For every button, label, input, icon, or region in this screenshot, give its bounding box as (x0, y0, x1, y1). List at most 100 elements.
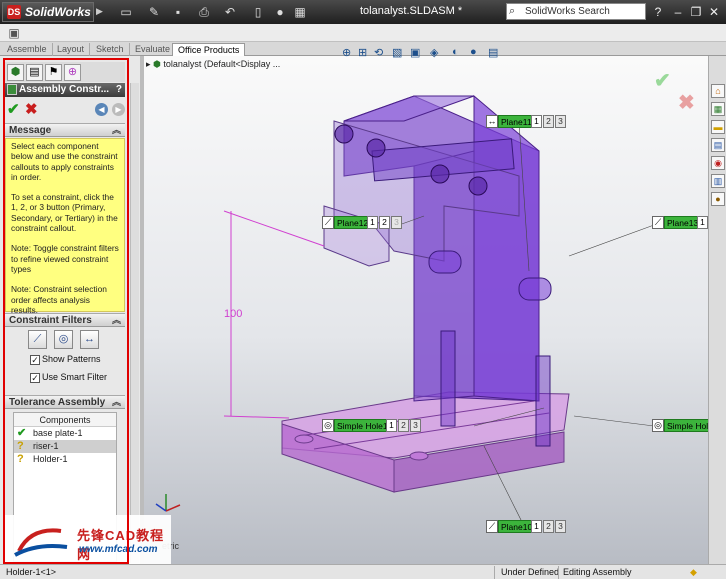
undo-icon[interactable]: ↶ (222, 4, 238, 20)
next-arrow-icon[interactable]: ▶ (112, 103, 125, 116)
configuration-manager-tab-icon[interactable]: ⚑ (45, 64, 62, 81)
assembly-constraints-icon (7, 84, 17, 95)
message-paragraph: Select each component below and use the … (11, 141, 118, 182)
primary-button[interactable]: 1 (531, 520, 542, 533)
tertiary-button[interactable]: 3 (555, 115, 566, 128)
panel-scrollbar[interactable] (130, 83, 139, 563)
print-icon[interactable]: ⎙ (196, 4, 212, 20)
collapse-chevron-icon[interactable]: ︽ (112, 124, 121, 137)
new-document-icon[interactable]: ▭ (118, 4, 134, 20)
close-button[interactable]: ✕ (706, 4, 722, 20)
tab-layout[interactable]: Layout (52, 43, 91, 56)
message-section-header[interactable]: Message ︽ (5, 123, 125, 137)
folder-icon[interactable]: ▬ (711, 120, 725, 134)
design-library-icon[interactable]: ▤ (711, 138, 725, 152)
collapse-chevron-icon[interactable]: ︽ (112, 314, 121, 327)
secondary-button[interactable]: 2 (543, 520, 554, 533)
feature-filter-icon[interactable]: ◎ (54, 330, 73, 349)
tab-evaluate[interactable]: Evaluate (130, 43, 177, 56)
pin (468, 176, 488, 196)
tolerance-assembly-header[interactable]: Tolerance Assembly ︽ (5, 395, 125, 409)
file-explorer-icon[interactable]: ◉ (711, 156, 725, 170)
callout-leader (568, 224, 655, 257)
save-icon[interactable]: ▪ (170, 4, 186, 20)
primary-button[interactable]: 1 (531, 115, 542, 128)
callout-leader (573, 415, 655, 427)
collapse-chevron-icon[interactable]: ︽ (112, 396, 121, 409)
tertiary-button[interactable]: 3 (555, 520, 566, 533)
checkbox-icon[interactable]: ✓ (30, 355, 40, 365)
status-bar: Holder-1<1> Under Defined Editing Assemb… (0, 564, 726, 579)
search-icon: ⌕ (509, 5, 516, 17)
constraint-filters-header[interactable]: Constraint Filters ︽ (5, 313, 125, 327)
secondary-button[interactable]: 2 (379, 216, 390, 229)
filters-header-label: Constraint Filters (9, 315, 92, 326)
view-palette-icon[interactable]: ▥ (711, 174, 725, 188)
tertiary-button[interactable]: 3 (410, 419, 421, 432)
components-header: Components (14, 413, 116, 427)
distance-filter-icon[interactable]: ↔ (80, 330, 99, 349)
component-name: riser-1 (33, 441, 59, 451)
secondary-button[interactable]: 2 (398, 419, 409, 432)
rebuild-icon[interactable]: ● (272, 4, 288, 20)
list-item[interactable]: ✔ base plate-1 (14, 427, 116, 440)
back-arrow-icon[interactable]: ◀ (95, 103, 108, 116)
property-manager-tab-icon[interactable]: ▤ (26, 64, 43, 81)
rebuild-status-icon[interactable]: ◆ (690, 567, 697, 578)
expand-arrow-icon[interactable]: ▸ (146, 59, 153, 69)
primary-button[interactable]: 1 (697, 216, 708, 229)
hide-show-icon[interactable]: ◐ (452, 46, 459, 58)
view-orientation-icon[interactable]: ▣ (410, 46, 420, 59)
status-separator (558, 566, 559, 579)
tab-office-products[interactable]: Office Products (172, 43, 246, 56)
restore-button[interactable]: ❐ (688, 4, 704, 20)
graphics-area[interactable]: 100 etric (144, 56, 708, 564)
resources-icon[interactable]: ▦ (711, 102, 725, 116)
checkbox-icon[interactable]: ✓ (30, 373, 40, 383)
list-item[interactable]: ? riser-1 (14, 440, 116, 453)
minimize-button[interactable]: – (670, 4, 686, 20)
datum-filter-icon[interactable]: ⟋ (28, 330, 47, 349)
ds-logo-icon: DS (7, 5, 21, 19)
open-icon[interactable]: ✎ (146, 4, 162, 20)
assembly-icon: ⬢ (153, 59, 161, 69)
home-icon[interactable]: ⌂ (711, 84, 725, 98)
zoom-to-fit-icon[interactable]: ⊕ (342, 46, 351, 59)
section-view-icon[interactable]: ▧ (392, 46, 402, 59)
confirm-ok-icon[interactable]: ✔ (654, 68, 671, 93)
tab-assemble[interactable]: Assemble (2, 43, 53, 56)
feature-tree-root[interactable]: ▸ ⬢ tolanalyst (Default<Display ... (146, 59, 280, 70)
primary-button[interactable]: 1 (386, 419, 397, 432)
toolbar-icon[interactable]: ▣ (6, 25, 22, 41)
callout-label: Plane12 (334, 216, 372, 229)
appearance-icon[interactable]: ● (470, 46, 477, 58)
list-item[interactable]: ? Holder-1 (14, 453, 116, 466)
search-input[interactable]: ⌕ SolidWorks Search (506, 3, 646, 20)
custom-properties-icon[interactable]: ● (711, 192, 725, 206)
watermark-url: www.mfcad.com (79, 544, 158, 555)
filter-buttons: ⟋ ◎ ↔ (28, 330, 108, 350)
tolanalyst-tab-icon[interactable]: ⊕ (64, 64, 81, 81)
boss (518, 277, 552, 301)
secondary-button[interactable]: 2 (543, 115, 554, 128)
tab-sketch[interactable]: Sketch (91, 43, 130, 56)
message-paragraph: Note: Constraint selection order affects… (11, 284, 107, 315)
display-style-icon[interactable]: ◈ (430, 46, 438, 59)
previous-view-icon[interactable]: ⟲ (374, 46, 383, 59)
ok-check-icon[interactable]: ✔ (7, 100, 20, 118)
menu-arrow-icon[interactable]: ▶ (96, 6, 103, 17)
help-icon[interactable]: ? (650, 4, 666, 20)
dimension-value[interactable]: 100 (224, 308, 242, 320)
tertiary-button[interactable]: 3 (391, 216, 402, 229)
cancel-x-icon[interactable]: ✖ (25, 100, 38, 118)
help-icon[interactable]: ? (116, 83, 122, 97)
scene-icon[interactable]: ▤ (488, 46, 498, 59)
check-status-icon: ✔ (17, 427, 27, 439)
options-icon[interactable]: ▦ (292, 4, 308, 20)
feature-manager-tab-icon[interactable]: ⬢ (7, 64, 24, 81)
primary-button[interactable]: 1 (367, 216, 378, 229)
zoom-to-area-icon[interactable]: ⊞ (358, 46, 367, 59)
select-icon[interactable]: ▯ (250, 4, 266, 20)
confirm-cancel-icon[interactable]: ✖ (678, 90, 695, 115)
solidworks-logo-button[interactable]: DS SolidWorks (2, 2, 94, 22)
